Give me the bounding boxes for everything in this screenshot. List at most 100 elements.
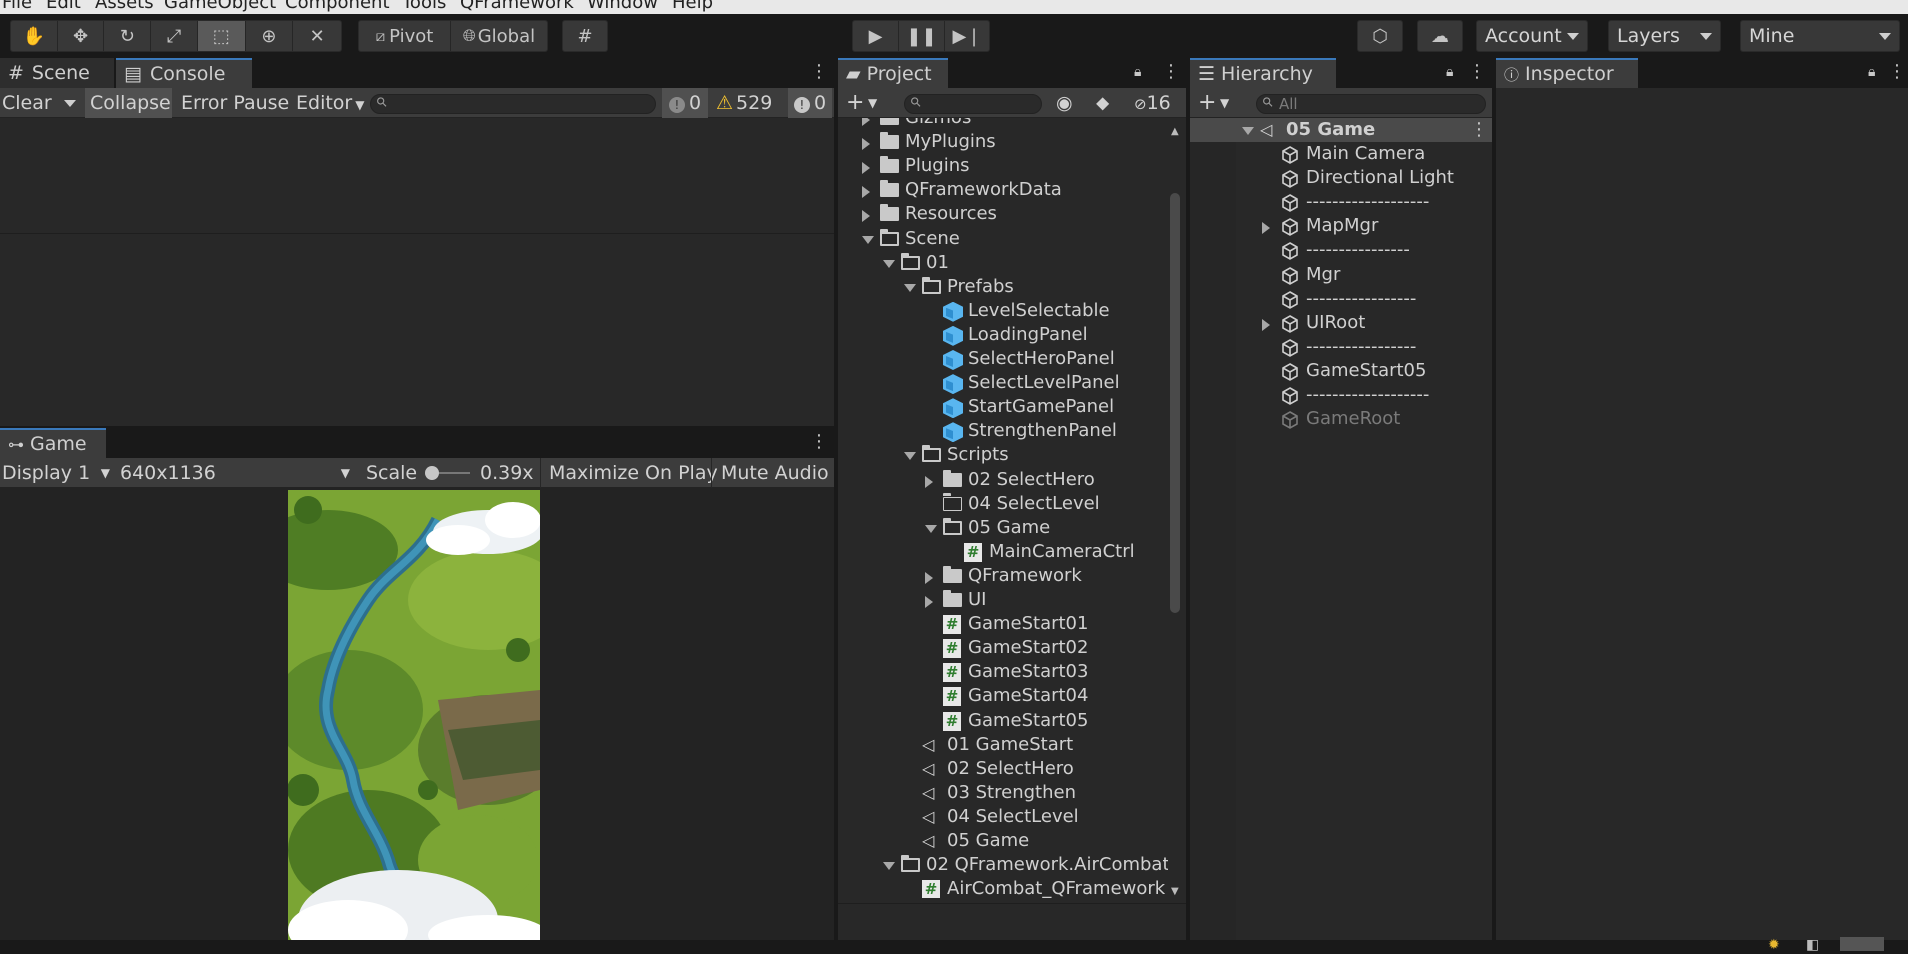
project-item[interactable]: ◁ 04 SelectLevel <box>838 805 1168 829</box>
collapse-button[interactable]: Collapse <box>85 88 172 118</box>
chevron-down-icon[interactable] <box>925 524 937 533</box>
chevron-right-icon[interactable] <box>1262 222 1270 235</box>
hierarchy-scene-row[interactable]: ◁ 05 Game <box>1190 118 1492 142</box>
chevron-down-icon[interactable] <box>904 283 916 292</box>
project-item[interactable]: QFrameworkData <box>838 178 1168 202</box>
play-button-icon[interactable]: ▶ <box>853 21 899 51</box>
more-options-icon[interactable] <box>810 61 828 82</box>
hand-tool-icon[interactable]: ✋ <box>11 21 58 51</box>
chevron-right-icon[interactable] <box>925 596 933 608</box>
hierarchy-item[interactable]: Mgr <box>1190 263 1492 287</box>
hierarchy-item[interactable]: ------------------- <box>1190 383 1492 407</box>
scale-tool-icon[interactable]: ⤢ <box>151 21 198 51</box>
scroll-down-icon[interactable]: ▼ <box>1171 886 1179 897</box>
custom-tool-icon[interactable]: ✕ <box>293 21 341 51</box>
menu-window[interactable]: Window <box>587 0 658 13</box>
project-item[interactable]: Scripts <box>838 443 1168 467</box>
chevron-right-icon[interactable] <box>862 186 870 199</box>
rotate-tool-icon[interactable]: ↻ <box>104 21 152 51</box>
hierarchy-item[interactable]: ---------------- <box>1190 238 1492 262</box>
move-tool-icon[interactable]: ✥ <box>58 21 105 51</box>
bug-icon[interactable]: ✹ <box>1768 937 1780 953</box>
chevron-right-icon[interactable] <box>1262 318 1270 331</box>
scale-slider-thumb[interactable] <box>424 466 439 480</box>
hierarchy-item[interactable]: ----------------- <box>1190 287 1492 311</box>
project-item[interactable]: Prefabs <box>838 275 1168 299</box>
hierarchy-search-input[interactable]: All <box>1256 94 1486 114</box>
project-item[interactable]: 02 SelectHero <box>838 468 1168 492</box>
project-item[interactable]: StartGamePanel <box>838 395 1168 419</box>
project-item[interactable]: LevelSelectable <box>838 299 1168 323</box>
warning-filter-button[interactable]: ⚠ 529 <box>716 88 780 118</box>
rect-tool-icon[interactable]: ⬚ <box>197 21 246 51</box>
menu-gameobject[interactable]: GameObject <box>164 0 276 13</box>
hierarchy-item[interactable]: Main Camera <box>1190 142 1492 166</box>
hierarchy-item[interactable]: UIRoot <box>1190 311 1492 335</box>
grid-snap-icon[interactable]: # <box>563 21 607 51</box>
menu-assets[interactable]: Assets <box>95 0 154 13</box>
project-item[interactable]: MyPlugins <box>838 130 1168 154</box>
tab-project[interactable]: ▰ Project <box>838 58 948 88</box>
project-item[interactable]: QFramework <box>838 564 1168 588</box>
project-item[interactable]: StrengthenPanel <box>838 419 1168 443</box>
project-item[interactable]: ◁ 05 Game <box>838 829 1168 853</box>
chevron-down-icon[interactable] <box>862 235 874 244</box>
project-item[interactable]: Plugins <box>838 154 1168 178</box>
project-item[interactable]: # GameStart03 <box>838 660 1168 684</box>
search-by-type-icon[interactable]: ◉ <box>1056 88 1073 118</box>
project-item[interactable]: 05 Game <box>838 516 1168 540</box>
log-filter-button[interactable]: ! 0 <box>662 88 708 118</box>
hierarchy-item[interactable]: GameRoot <box>1190 407 1492 431</box>
global-button[interactable]: 🌐︎ Global <box>451 21 547 51</box>
lock-icon[interactable]: 🔒︎ <box>1868 64 1875 80</box>
error-filter-button[interactable]: ! 0 <box>788 88 832 118</box>
chevron-down-icon[interactable] <box>904 452 916 461</box>
project-item[interactable]: # AirCombat_QFramework <box>838 877 1168 898</box>
hierarchy-item[interactable]: ------------------- <box>1190 190 1492 214</box>
layers-dropdown[interactable]: Layers <box>1608 20 1721 52</box>
project-item[interactable]: LoadingPanel <box>838 323 1168 347</box>
tab-game[interactable]: ⊶ Game <box>0 428 106 458</box>
chevron-right-icon[interactable] <box>925 475 933 488</box>
hidden-packages-button[interactable]: ⊘16 <box>1134 88 1171 118</box>
pause-button-icon[interactable]: ❚❚ <box>899 21 945 51</box>
menu-edit[interactable]: Edit <box>46 0 81 13</box>
project-scrollbar[interactable] <box>1170 193 1180 613</box>
project-item[interactable]: Gizmos <box>838 118 1168 130</box>
project-item[interactable]: Scene <box>838 227 1168 251</box>
chevron-right-icon[interactable] <box>925 571 933 584</box>
project-item[interactable]: # GameStart05 <box>838 709 1168 733</box>
display-dropdown[interactable]: Display 1 ▼ <box>2 458 112 488</box>
progress-icon[interactable]: ◧ <box>1806 937 1819 953</box>
project-search-input[interactable] <box>904 94 1042 114</box>
search-by-label-icon[interactable]: ⬥ <box>1096 88 1109 118</box>
editor-dropdown[interactable]: Editor ▼ <box>296 88 364 118</box>
resolution-dropdown[interactable]: 640x1136 ▼ <box>120 458 354 488</box>
chevron-down-icon[interactable] <box>883 259 895 268</box>
tab-hierarchy[interactable]: ☰ Hierarchy <box>1190 58 1336 88</box>
project-item[interactable]: ◁ 03 Strengthen <box>838 781 1168 805</box>
project-item[interactable]: SelectLevelPanel <box>838 371 1168 395</box>
more-options-icon[interactable] <box>1468 61 1486 82</box>
project-item[interactable]: Resources <box>838 202 1168 226</box>
project-item[interactable]: # GameStart04 <box>838 684 1168 708</box>
project-item[interactable]: # MainCameraCtrl <box>838 540 1168 564</box>
project-item[interactable]: ◁ 01 GameStart <box>838 733 1168 757</box>
more-options-icon[interactable] <box>1470 118 1488 142</box>
hierarchy-item[interactable]: MapMgr <box>1190 214 1492 238</box>
menu-file[interactable]: File <box>2 0 32 13</box>
chevron-right-icon[interactable] <box>862 162 870 175</box>
lock-icon[interactable]: 🔒︎ <box>1134 64 1141 80</box>
transform-tool-icon[interactable]: ⊕ <box>246 21 294 51</box>
hierarchy-item[interactable]: Directional Light <box>1190 166 1492 190</box>
project-item[interactable]: 02 QFramework.AirCombat <box>838 853 1168 877</box>
mute-audio-toggle[interactable]: Mute Audio <box>721 458 829 488</box>
chevron-down-icon[interactable] <box>1242 127 1254 135</box>
project-item[interactable]: 04 SelectLevel <box>838 492 1168 516</box>
chevron-right-icon[interactable] <box>862 210 870 223</box>
pivot-button[interactable]: ⧄ Pivot <box>359 21 451 51</box>
project-item[interactable]: # GameStart01 <box>838 612 1168 636</box>
chevron-right-icon[interactable] <box>862 138 870 151</box>
project-item[interactable]: # GameStart02 <box>838 636 1168 660</box>
lock-icon[interactable]: 🔒︎ <box>1446 64 1453 80</box>
